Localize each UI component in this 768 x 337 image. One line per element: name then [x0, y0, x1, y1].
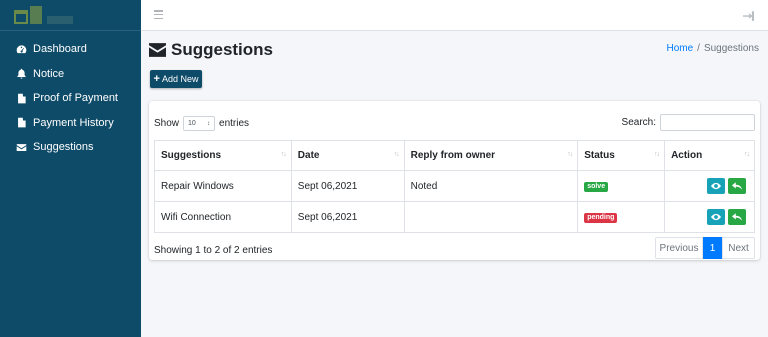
table-search: Search: — [622, 114, 755, 131]
cell-suggestion: Wifi Connection — [154, 201, 292, 233]
sort-icon: ↑↓ — [744, 151, 750, 158]
entries-label: entries — [219, 118, 250, 129]
suggestions-card: Show 10 ↕ entries Search: Suggestions ↑↓ … — [149, 101, 760, 260]
sidebar-item-label: Payment History — [33, 116, 114, 129]
bell-icon — [15, 68, 27, 79]
cell-suggestion: Repair Windows — [154, 170, 292, 202]
pagination: Previous 1 Next — [655, 237, 755, 259]
column-header-status[interactable]: Status ↑↓ — [577, 140, 666, 171]
envelope-icon — [15, 142, 27, 153]
cell-reply — [403, 201, 579, 233]
select-arrows-icon: ↕ — [207, 120, 211, 127]
cell-status: solve — [577, 170, 666, 202]
column-header-date[interactable]: Date ↑↓ — [290, 140, 405, 171]
sidebar-nav: Dashboard Notice Proof of Payment Paymen… — [0, 31, 141, 160]
status-badge: pending — [584, 213, 618, 223]
table-row: Wifi Connection Sept 06,2021 pending — [154, 201, 755, 233]
view-button[interactable] — [707, 178, 725, 194]
sort-icon: ↑↓ — [567, 151, 573, 158]
envelope-icon — [149, 43, 166, 57]
file-icon — [15, 93, 27, 104]
previous-page-button[interactable]: Previous — [655, 237, 703, 259]
search-input[interactable] — [660, 114, 755, 131]
brand-logo[interactable] — [0, 0, 141, 31]
cell-date: Sept 06,2021 — [290, 170, 405, 202]
sidebar-item-suggestions[interactable]: Suggestions — [0, 135, 141, 160]
breadcrumb: Home / Suggestions — [666, 43, 759, 54]
table-row: Repair Windows Sept 06,2021 Noted solve — [154, 170, 755, 202]
sidebar-item-payment-history[interactable]: Payment History — [0, 111, 141, 136]
search-label: Search: — [621, 117, 656, 128]
file-icon — [15, 117, 27, 128]
breadcrumb-home-link[interactable]: Home — [666, 43, 693, 54]
top-navbar — [141, 0, 768, 31]
reply-icon — [732, 213, 742, 221]
sidebar-item-label: Notice — [33, 67, 65, 80]
sidebar-item-notice[interactable]: Notice — [0, 62, 141, 87]
page-title-text: Suggestions — [171, 40, 274, 59]
sidebar-item-dashboard[interactable]: Dashboard — [0, 37, 141, 62]
plus-icon: + — [153, 73, 160, 85]
sidebar-item-label: Dashboard — [33, 43, 87, 56]
next-page-button[interactable]: Next — [722, 237, 755, 259]
column-header-reply[interactable]: Reply from owner ↑↓ — [403, 140, 579, 171]
entries-length-control: Show 10 ↕ entries — [154, 116, 249, 131]
status-badge: solve — [584, 182, 609, 192]
breadcrumb-current: Suggestions — [703, 43, 759, 54]
view-button[interactable] — [707, 209, 725, 225]
sidebar: Dashboard Notice Proof of Payment Paymen… — [0, 0, 141, 337]
reply-button[interactable] — [728, 209, 746, 225]
page-title: Suggestions — [149, 40, 273, 60]
suggestions-table: Suggestions ↑↓ Date ↑↓ Reply from owner ↑↓ … — [154, 140, 755, 233]
sort-icon: ↑↓ — [393, 151, 400, 158]
menu-toggle-icon[interactable] — [154, 10, 163, 19]
cell-date: Sept 06,2021 — [290, 201, 405, 233]
sort-icon: ↑↓ — [654, 151, 660, 158]
add-new-label: Add New — [161, 74, 199, 84]
breadcrumb-separator: / — [697, 43, 700, 54]
sidebar-item-label: Proof of Payment — [33, 92, 118, 105]
reply-button[interactable] — [728, 178, 746, 194]
add-new-button[interactable]: + Add New — [150, 70, 202, 88]
cell-actions — [664, 170, 755, 202]
eye-icon — [711, 213, 721, 221]
sidebar-item-label: Suggestions — [33, 141, 94, 154]
entries-select-value: 10 — [188, 120, 196, 127]
logout-icon[interactable] — [743, 10, 754, 21]
table-info: Showing 1 to 2 of 2 entries — [154, 245, 273, 256]
cell-status: pending — [577, 201, 666, 233]
dashboard-gauge-icon — [15, 44, 27, 55]
column-header-suggestions[interactable]: Suggestions ↑↓ — [154, 140, 292, 171]
cell-reply: Noted — [403, 170, 579, 202]
table-header-row: Suggestions ↑↓ Date ↑↓ Reply from owner ↑↓ … — [154, 140, 755, 171]
show-label: Show — [154, 118, 180, 129]
entries-select[interactable]: 10 ↕ — [183, 116, 216, 131]
cell-actions — [664, 201, 755, 233]
page-1-button[interactable]: 1 — [703, 237, 722, 259]
sidebar-item-proof-of-payment[interactable]: Proof of Payment — [0, 86, 141, 111]
sort-icon: ↑↓ — [280, 151, 287, 158]
column-header-action[interactable]: Action ↑↓ — [664, 140, 755, 171]
building-logo-icon — [14, 6, 73, 24]
reply-icon — [732, 182, 742, 190]
eye-icon — [711, 182, 721, 190]
